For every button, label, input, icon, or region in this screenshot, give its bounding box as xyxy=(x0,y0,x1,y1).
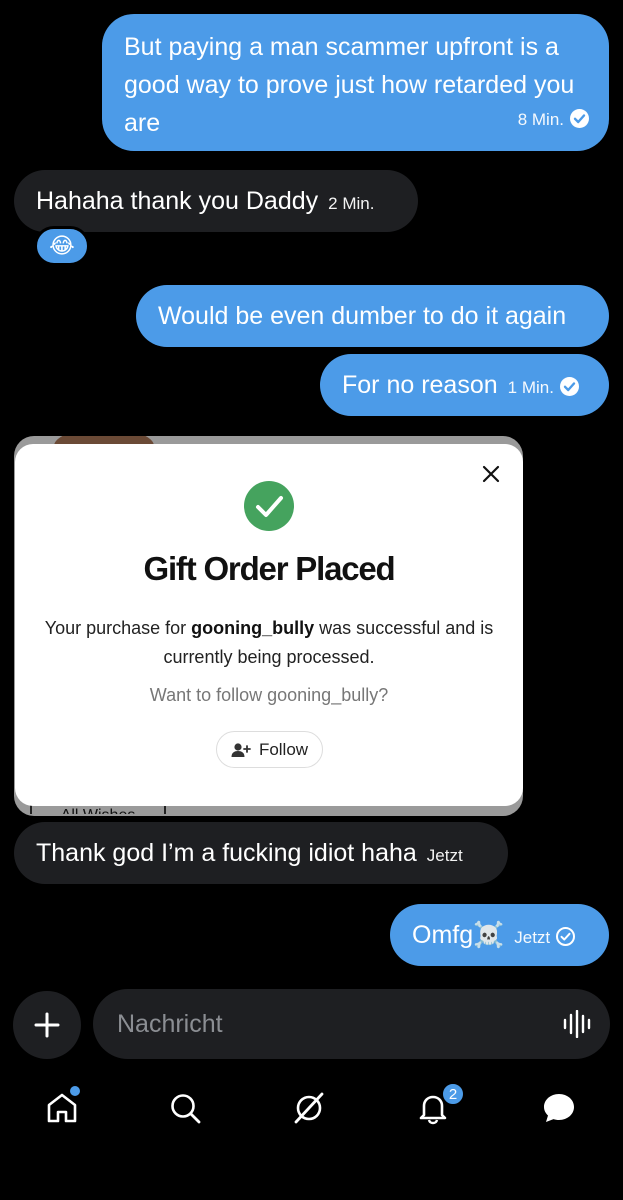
nav-search[interactable] xyxy=(163,1086,207,1130)
sent-check-icon xyxy=(556,927,576,946)
nav-grok[interactable] xyxy=(287,1086,331,1130)
new-content-dot xyxy=(70,1086,80,1096)
notification-badge: 2 xyxy=(441,1082,465,1106)
nav-home[interactable] xyxy=(40,1086,84,1130)
message-composer xyxy=(93,989,610,1059)
message-bubble-outgoing[interactable]: For no reason 1 Min. xyxy=(320,354,609,416)
message-text: Would be even dumber to do it again xyxy=(158,302,567,330)
modal-body: Your purchase for gooning_bully was succ… xyxy=(15,614,523,672)
voice-waveform-icon[interactable] xyxy=(562,1010,592,1038)
message-bubble-outgoing[interactable]: Omfg☠️ Jetzt xyxy=(390,904,609,966)
message-time: 1 Min. xyxy=(507,378,554,397)
message-input[interactable] xyxy=(117,989,537,1059)
nav-messages[interactable] xyxy=(537,1086,581,1130)
message-text: Hahaha thank you Daddy xyxy=(36,187,319,215)
read-check-icon xyxy=(570,109,589,128)
nav-notifications[interactable]: 2 xyxy=(411,1082,465,1130)
message-bubble-outgoing[interactable]: But paying a man scammer upfront is a go… xyxy=(102,14,609,151)
grok-icon xyxy=(294,1092,324,1124)
plus-icon xyxy=(34,1012,60,1038)
home-icon xyxy=(47,1093,77,1123)
close-button[interactable] xyxy=(477,460,505,488)
message-text: Omfg☠️ xyxy=(412,921,505,949)
message-time: Jetzt xyxy=(426,846,463,865)
close-icon xyxy=(482,465,500,483)
success-check-icon xyxy=(244,481,294,531)
recipient-username: gooning_bully xyxy=(191,618,315,638)
modal-title: Gift Order Placed xyxy=(143,550,395,587)
message-bubble-incoming[interactable]: Thank god I’m a fucking idiot haha Jetzt xyxy=(14,822,508,884)
search-icon xyxy=(171,1094,201,1124)
follow-label: Follow xyxy=(258,739,309,759)
message-bubble-incoming[interactable]: Hahaha thank you Daddy 2 Min. xyxy=(14,170,418,232)
message-text: For no reason xyxy=(342,371,498,399)
follow-button[interactable]: Follow xyxy=(216,731,323,768)
reaction-badge[interactable]: 😂 xyxy=(34,226,90,266)
message-text: Thank god I’m a fucking idiot haha xyxy=(36,839,417,867)
gift-order-modal: Gift Order Placed Your purchase for goon… xyxy=(15,444,523,806)
body-prefix: Your purchase for xyxy=(44,618,192,638)
follow-question: Want to follow gooning_bully? xyxy=(149,685,389,705)
message-time: Jetzt xyxy=(514,928,551,947)
message-bubble-outgoing[interactable]: Would be even dumber to do it again xyxy=(136,285,609,347)
add-user-icon xyxy=(231,742,251,757)
message-time: 2 Min. xyxy=(328,194,375,213)
message-time: 8 Min. xyxy=(517,110,564,129)
add-attachment-button[interactable] xyxy=(13,991,81,1059)
messages-icon xyxy=(544,1094,574,1122)
read-check-icon xyxy=(559,377,579,396)
